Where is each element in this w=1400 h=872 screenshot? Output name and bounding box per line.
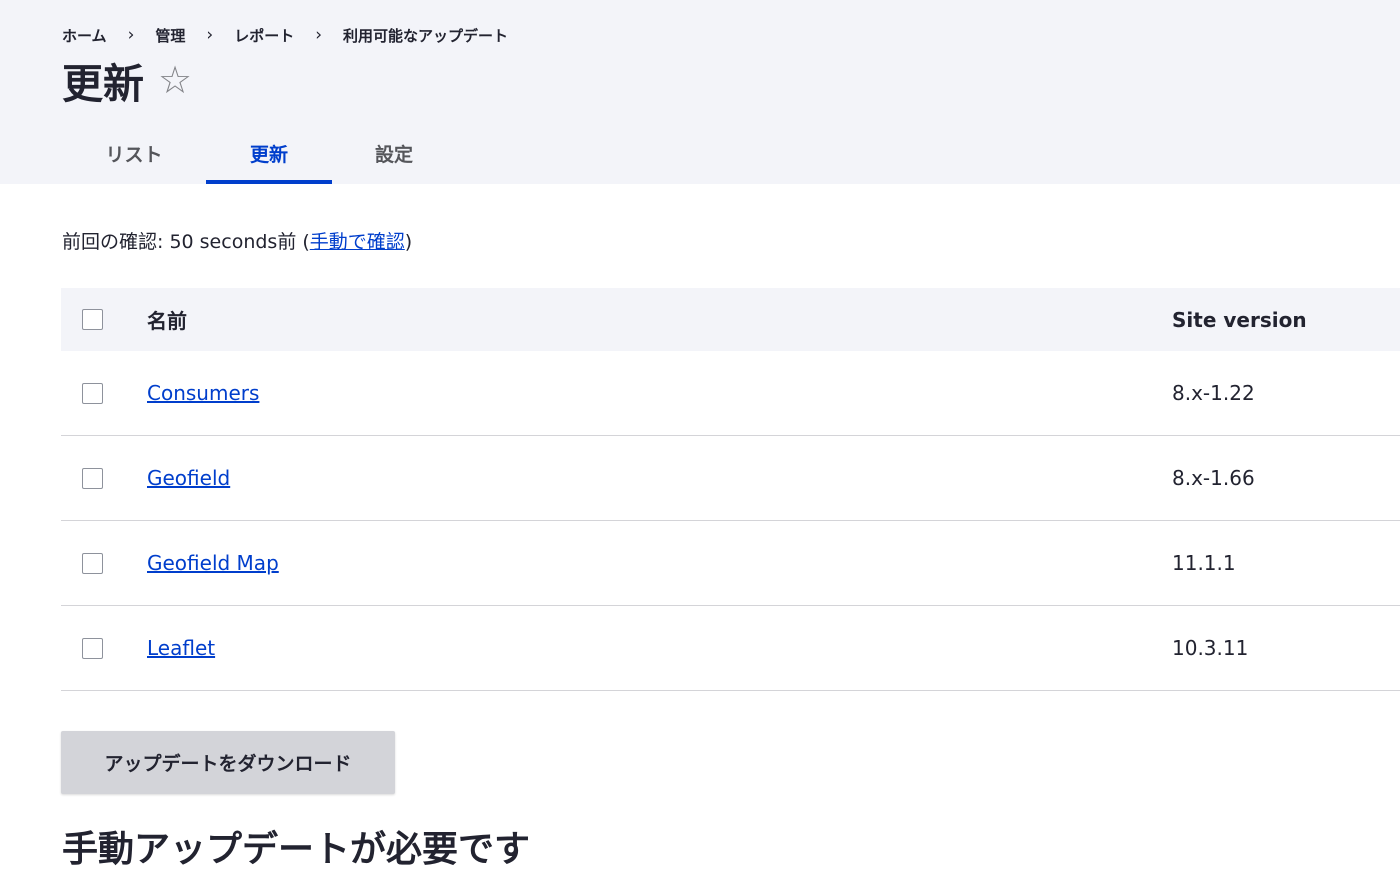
tab-list[interactable]: リスト — [62, 122, 206, 184]
tab-settings[interactable]: 設定 — [332, 122, 456, 184]
site-version: 8.x-1.66 — [1172, 466, 1255, 490]
manual-update-section-title: 手動アップデートが必要です — [62, 829, 531, 870]
tab-bar: リスト 更新 設定 — [62, 122, 456, 184]
last-checked-text: 前回の確認: 50 seconds前 (手動で確認) — [62, 229, 412, 255]
name-column-header: 名前 — [147, 309, 187, 333]
breadcrumb-available-updates-link[interactable]: 利用可能なアップデート — [343, 25, 508, 46]
row-checkbox[interactable] — [82, 637, 103, 659]
last-checked-suffix: ) — [404, 231, 413, 253]
project-name: Geofield Map — [147, 551, 279, 575]
table-row: Geofield 8.x-1.66 — [61, 436, 1400, 521]
project-link[interactable]: Consumers — [147, 381, 259, 405]
page-title: 更新 — [62, 60, 144, 108]
row-checkbox[interactable] — [82, 467, 103, 489]
breadcrumb-reports-link[interactable]: レポート — [234, 25, 294, 46]
project-name: Consumers — [147, 381, 259, 405]
breadcrumb-home-link[interactable]: ホーム — [62, 25, 107, 46]
table-row: Leaflet 10.3.11 — [61, 606, 1400, 691]
title-row: 更新 ☆ — [62, 52, 192, 108]
table-row: Geofield Map 11.1.1 — [61, 521, 1400, 606]
version-column-header: Site version — [1172, 307, 1307, 332]
updates-table: 名前 Site version Consumers 8.x-1.22 Geofi… — [61, 288, 1400, 691]
breadcrumb-admin-link[interactable]: 管理 — [155, 25, 185, 46]
project-link[interactable]: Geofield — [147, 466, 230, 490]
download-updates-button[interactable]: アップデートをダウンロード — [61, 731, 395, 794]
site-version: 8.x-1.22 — [1172, 381, 1255, 405]
site-version: 10.3.11 — [1172, 636, 1249, 660]
breadcrumb: ホーム › 管理 › レポート › 利用可能なアップデート — [62, 24, 508, 46]
check-manually-link[interactable]: 手動で確認 — [310, 231, 405, 253]
project-link[interactable]: Leaflet — [147, 636, 215, 660]
project-name: Geofield — [147, 466, 230, 490]
select-all-checkbox[interactable] — [82, 309, 103, 330]
row-checkbox[interactable] — [82, 382, 103, 404]
star-icon[interactable]: ☆ — [158, 61, 192, 99]
page-header: ホーム › 管理 › レポート › 利用可能なアップデート 更新 ☆ リスト 更… — [0, 0, 1400, 184]
breadcrumb-separator-icon: › — [127, 25, 135, 45]
breadcrumb-separator-icon: › — [315, 25, 323, 45]
row-checkbox[interactable] — [82, 552, 103, 574]
tab-update[interactable]: 更新 — [206, 122, 332, 184]
site-version: 11.1.1 — [1172, 551, 1236, 575]
breadcrumb-separator-icon: › — [206, 25, 214, 45]
table-row: Consumers 8.x-1.22 — [61, 351, 1400, 436]
last-checked-prefix: 前回の確認: 50 seconds前 ( — [62, 231, 310, 253]
project-link[interactable]: Geofield Map — [147, 551, 279, 575]
table-header: 名前 Site version — [61, 288, 1400, 351]
project-name: Leaflet — [147, 636, 215, 660]
